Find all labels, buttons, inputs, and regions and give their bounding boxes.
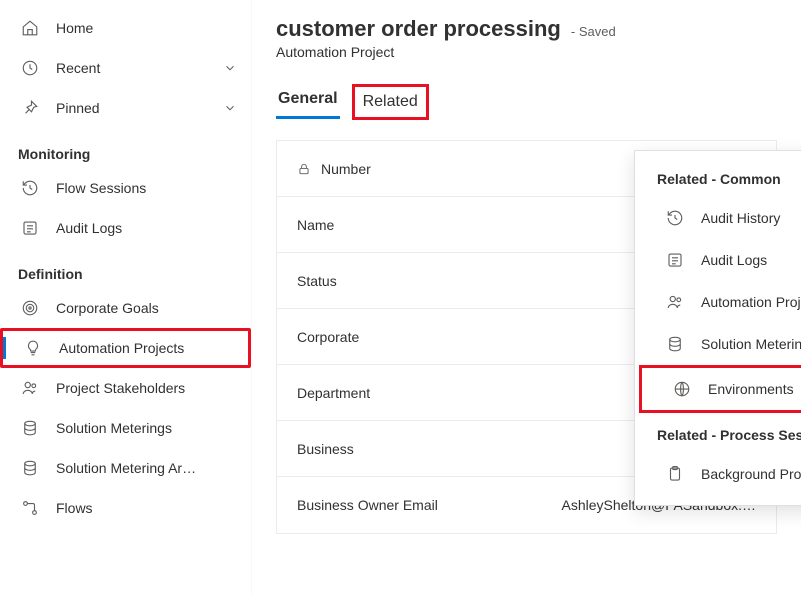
nav-flows[interactable]: Flows (0, 488, 251, 528)
nav-solution-meterings[interactable]: Solution Meterings (0, 408, 251, 448)
dd-environments-label: Environments (708, 381, 794, 397)
lightbulb-icon (23, 338, 43, 358)
nav-solution-metering-ar[interactable]: Solution Metering Ar… (0, 448, 251, 488)
nav-solution-metering-ar-label: Solution Metering Ar… (56, 460, 196, 476)
lock-icon (297, 162, 313, 176)
database-icon (665, 334, 685, 354)
nav-recent-label: Recent (56, 60, 100, 76)
nav-home-label: Home (56, 20, 93, 36)
database-icon (20, 458, 40, 478)
nav-audit-logs[interactable]: Audit Logs (0, 208, 251, 248)
dd-stakeholders[interactable]: Automation Project Stakeholders (635, 281, 801, 323)
saved-status: - Saved (571, 24, 616, 39)
tabs: General Related (276, 84, 777, 120)
people-icon (665, 292, 685, 312)
history-icon (20, 178, 40, 198)
globe-icon (672, 379, 692, 399)
tab-related[interactable]: Related (361, 87, 420, 115)
dd-audit-history-label: Audit History (701, 210, 780, 226)
nav-home[interactable]: Home (0, 8, 251, 48)
target-icon (20, 298, 40, 318)
chevron-down-icon (223, 61, 237, 75)
label-status: Status (297, 273, 487, 289)
clock-icon (20, 58, 40, 78)
nav-flows-label: Flows (56, 500, 93, 516)
related-dropdown: Related - Common Audit History Audit Log… (634, 150, 801, 506)
nav-pinned[interactable]: Pinned (0, 88, 251, 128)
pin-icon (20, 98, 40, 118)
label-department: Department (297, 385, 487, 401)
clipboard-icon (665, 464, 685, 484)
nav-pinned-label: Pinned (56, 100, 100, 116)
nav-project-stakeholders[interactable]: Project Stakeholders (0, 368, 251, 408)
history-icon (665, 208, 685, 228)
dd-environments[interactable]: Environments (642, 368, 801, 410)
label-number: Number (321, 161, 511, 177)
dd-solution-meterings-label: Solution Meterings (701, 336, 801, 352)
label-business-owner-email: Business Owner Email (297, 497, 517, 513)
nav-recent[interactable]: Recent (0, 48, 251, 88)
tab-general[interactable]: General (276, 84, 340, 119)
dd-stakeholders-label: Automation Project Stakeholders (701, 294, 801, 310)
label-name: Name (297, 217, 487, 233)
nav-corporate-goals-label: Corporate Goals (56, 300, 159, 316)
chevron-down-icon (223, 101, 237, 115)
home-icon (20, 18, 40, 38)
sidebar: Home Recent Pinned Monitoring F (0, 0, 252, 594)
dd-background-processes-label: Background Processes (701, 466, 801, 482)
nav-automation-projects[interactable]: Automation Projects (0, 328, 251, 368)
nav-group-monitoring: Monitoring (0, 128, 251, 168)
nav-automation-projects-label: Automation Projects (59, 340, 184, 356)
page-title: customer order processing (276, 16, 561, 42)
nav-flow-sessions[interactable]: Flow Sessions (0, 168, 251, 208)
nav-flow-sessions-label: Flow Sessions (56, 180, 146, 196)
people-icon (20, 378, 40, 398)
dd-background-processes[interactable]: Background Processes (635, 453, 801, 495)
database-icon (20, 418, 40, 438)
nav-project-stakeholders-label: Project Stakeholders (56, 380, 185, 396)
nav-solution-meterings-label: Solution Meterings (56, 420, 172, 436)
dd-audit-logs[interactable]: Audit Logs (635, 239, 801, 281)
list-icon (20, 218, 40, 238)
flow-icon (20, 498, 40, 518)
nav-corporate-goals[interactable]: Corporate Goals (0, 288, 251, 328)
main-content: customer order processing - Saved Automa… (252, 0, 801, 594)
dd-audit-history[interactable]: Audit History (635, 197, 801, 239)
dd-solution-meterings[interactable]: Solution Meterings (635, 323, 801, 365)
page-subtitle: Automation Project (276, 44, 777, 60)
nav-group-definition: Definition (0, 248, 251, 288)
dd-audit-logs-label: Audit Logs (701, 252, 767, 268)
dd-section-common: Related - Common (635, 165, 801, 197)
label-corporate: Corporate (297, 329, 487, 345)
nav-audit-logs-label: Audit Logs (56, 220, 122, 236)
list-icon (665, 250, 685, 270)
label-business: Business (297, 441, 487, 457)
dd-section-process: Related - Process Sessions (635, 413, 801, 453)
